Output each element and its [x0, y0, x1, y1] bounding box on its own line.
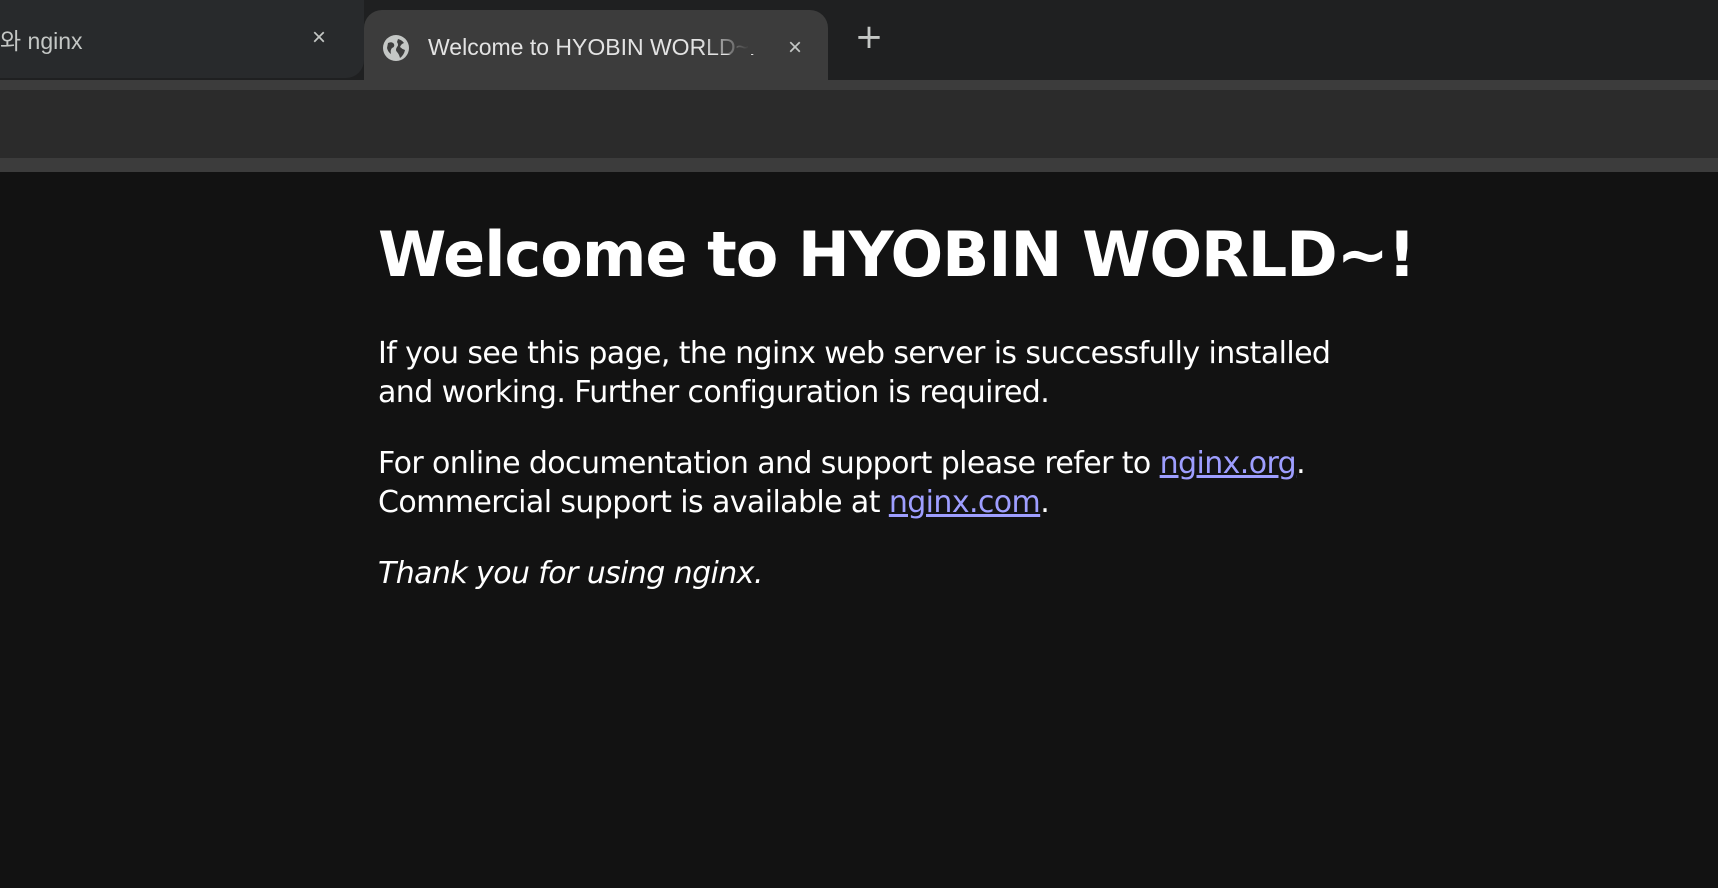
new-tab-icon[interactable]: +: [854, 20, 884, 54]
commercial-text: Commercial support is available at: [378, 485, 889, 520]
tab-title: 와 nginx: [0, 28, 83, 54]
tab-title-fade: [700, 20, 762, 54]
support-text: For online documentation and support ple…: [378, 446, 1160, 481]
page-content: Welcome to HYOBIN WORLD~! If you see thi…: [0, 172, 1718, 888]
nginx-com-link[interactable]: nginx.com: [889, 485, 1041, 520]
period: .: [1040, 485, 1050, 520]
intro-paragraph: If you see this page, the nginx web serv…: [378, 336, 1331, 410]
nginx-org-link[interactable]: nginx.org: [1160, 446, 1297, 481]
toolbar-divider: [0, 158, 1718, 172]
close-icon[interactable]: ×: [782, 35, 808, 61]
support-paragraph: For online documentation and support ple…: [378, 444, 1378, 522]
tab-nginx[interactable]: 와 nginx ×: [0, 0, 364, 78]
thanks-paragraph: Thank you for using nginx.: [378, 556, 763, 591]
period: .: [1296, 446, 1306, 481]
address-bar[interactable]: [0, 90, 1718, 158]
globe-icon: [383, 35, 409, 61]
close-icon[interactable]: ×: [306, 25, 332, 51]
page-title: Welcome to HYOBIN WORLD~!: [378, 218, 1416, 291]
tab-strip: 와 nginx × Welcome to HYOBIN WORLD~! × +: [0, 0, 1718, 90]
